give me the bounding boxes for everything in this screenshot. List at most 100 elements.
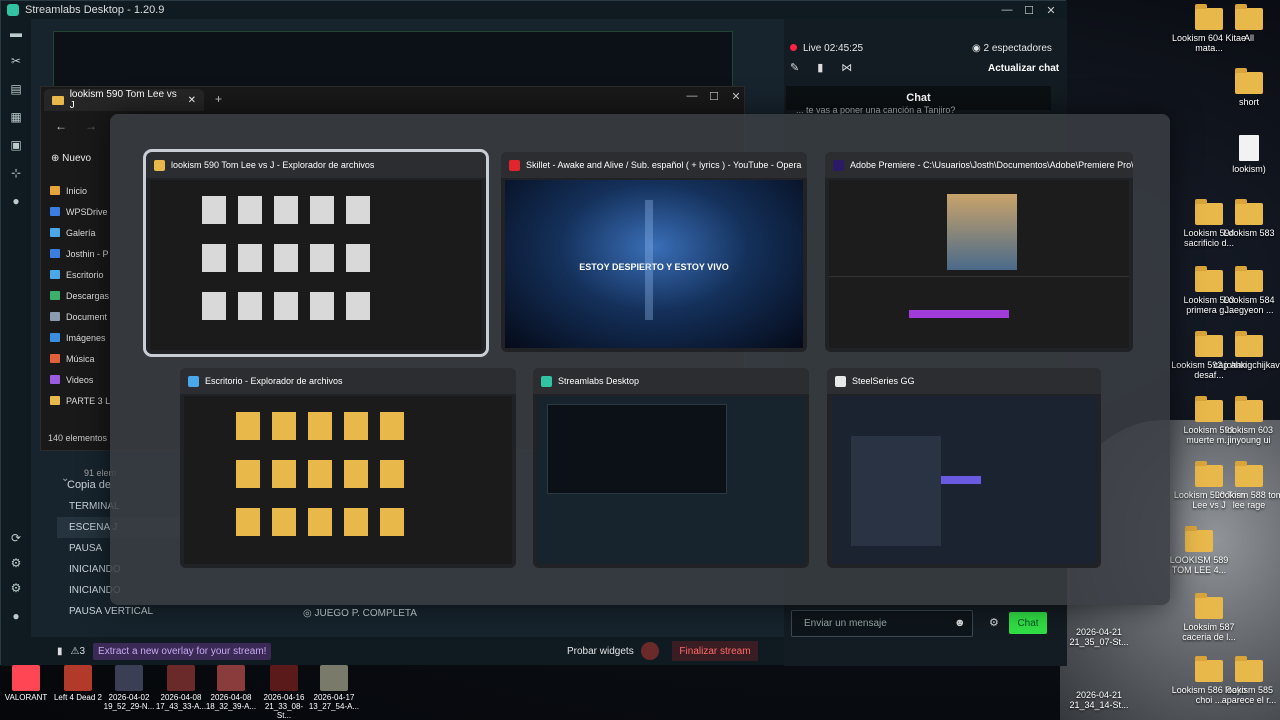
test-widgets-button[interactable]: Probar widgets [567,646,634,657]
store-icon[interactable]: ▤ [1,75,31,103]
settings-gear-icon[interactable]: ⚙ [1,549,31,577]
desktop-icon[interactable]: Lookism 584 Jaegyeon ... [1210,266,1280,315]
explorer-tab[interactable]: lookism 590 Tom Lee vs J ✕ [44,89,204,111]
desktop-icon[interactable]: Lookism 583 [1210,199,1280,238]
nav-item[interactable]: Josthin - P [42,243,112,264]
task-view-window[interactable]: SteelSeries GG [827,368,1101,568]
nav-item[interactable]: PARTE 3 L [42,390,112,411]
close-icon[interactable]: ✕ [725,87,747,105]
task-view-window[interactable]: Streamlabs Desktop [533,368,809,568]
themes-icon[interactable]: ✂ [1,47,31,75]
desktop-icon[interactable]: Lookism 588 tom lee rage [1210,461,1280,510]
desktop-icon-label: lookism) [1232,164,1266,174]
taskbar-item[interactable]: VALORANT [0,665,52,702]
desktop-icon[interactable]: short [1210,68,1280,107]
live-indicator: Live 02:45:25 [790,43,863,54]
file-thumb [202,244,226,272]
taskbar-item-icon [64,665,92,691]
desktop-icon[interactable]: All [1210,4,1280,43]
nav-item[interactable]: Imágenes [42,327,112,348]
taskbar-item-icon [115,665,143,691]
cloudbot-icon[interactable]: ⟳ [1,524,31,552]
file-thumb [202,196,226,224]
chat-send-button[interactable]: Chat [1009,612,1047,634]
emoji-icon[interactable]: ☻ [954,617,966,629]
nav-item[interactable]: Inicio [42,180,112,201]
promo-banner[interactable]: Extract a new overlay for your stream! [93,642,272,660]
task-view-window[interactable]: Adobe Premiere - C:\Usuarios\Josth\Docum… [825,152,1133,352]
folder-icon [1235,68,1263,94]
nav-item-icon [50,375,60,384]
alert-icon[interactable]: ⚠3 [71,646,86,657]
window-title: Escritorio - Explorador de archivos [205,376,343,386]
timeline-2 [829,276,1129,348]
editor-icon[interactable]: ▬ [1,19,31,47]
window-titlebar: Streamlabs Desktop [533,368,809,394]
maximize-icon[interactable]: ☐ [703,87,725,105]
nav-item[interactable]: WPSDrive [42,201,112,222]
stats-bar-icon[interactable]: ▮ [57,646,63,657]
minimize-icon[interactable]: — [996,1,1018,19]
nav-item[interactable]: Escritorio [42,264,112,285]
task-view-window[interactable]: Skillet - Awake and Alive / Sub. español… [501,152,807,352]
file-thumb [238,244,262,272]
nav-item[interactable]: Document [42,306,112,327]
file-thumb [274,196,298,224]
help-icon[interactable]: ⚙ [1,574,31,602]
collapse-icon[interactable]: ⌄ [61,473,69,484]
taskbar-item[interactable]: 2026-04-17 13_27_54-A... [308,665,360,711]
desktop-icon[interactable]: 2026-04-21 21_35_07-St... [1060,627,1138,647]
nav-item[interactable]: Videos [42,369,112,390]
task-view-window[interactable]: Escritorio - Explorador de archivos [180,368,516,568]
end-stream-button[interactable]: Finalizar stream [672,641,758,661]
desktop-icon[interactable]: cap ahkigchijkavc [1210,331,1280,370]
live-label: Live [803,43,822,54]
taskbar-item[interactable]: 2026-04-16 21_33_08-St... [258,665,310,720]
nav-item[interactable]: Música [42,348,112,369]
desktop-icon[interactable]: Looksim 587 caceria de l... [1170,593,1248,642]
folder-icon [1235,331,1263,357]
nav-item-label: Imágenes [66,332,106,343]
layout-icon[interactable]: ▣ [1,131,31,159]
highlighter-icon[interactable]: ● [1,187,31,215]
taskbar-item[interactable]: 2026-04-08 17_43_33-A... [155,665,207,711]
pencil-icon[interactable]: ✎ [790,61,799,74]
tab-close-icon[interactable]: ✕ [188,95,196,106]
file-thumb [310,292,334,320]
rec-icon[interactable] [641,642,659,660]
window-titlebar: Skillet - Awake and Alive / Sub. español… [501,152,807,178]
desktop-icon[interactable]: lookism) [1210,135,1280,174]
preview-frame [947,194,1017,270]
minimize-icon[interactable]: — [681,87,703,105]
maximize-icon[interactable]: ☐ [1018,1,1040,19]
popout-icon[interactable]: ▮ [817,61,823,74]
chat-input[interactable]: Enviar un mensaje [791,610,973,637]
nav-item-icon [50,207,60,216]
desktop-icon-label: Lookism 588 tom lee rage [1214,490,1280,510]
file-thumb [236,412,260,440]
desktop-icon[interactable]: lookism 585 aparece el r... [1210,656,1280,705]
nav-item[interactable]: Descargas [42,285,112,306]
share-icon[interactable]: ⋈ [841,61,852,74]
close-icon[interactable]: ✕ [1040,1,1062,19]
window-thumbnail: ESTOY DESPIERTO Y ESTOY VIVO [505,180,803,348]
profile-icon[interactable]: ● [1,602,31,630]
apps-icon[interactable]: ▦ [1,103,31,131]
taskbar-item[interactable]: 2026-04-08 18_32_39-A... [205,665,257,711]
taskbar-item[interactable]: 2026-04-02 19_52_29-N... [103,665,155,711]
task-view-window[interactable]: lookism 590 Tom Lee vs J - Explorador de… [143,149,489,357]
taskbar-item[interactable]: Left 4 Dead 2 [52,665,104,702]
forward-icon[interactable]: → [85,119,97,133]
chat-settings-icon[interactable]: ⚙ [989,616,999,629]
new-button[interactable]: ⊕ Nuevo [51,153,91,164]
scene-extra[interactable]: ◎ JUEGO P. COMPLETA [303,608,417,619]
back-icon[interactable]: ← [55,119,67,133]
desktop-icon[interactable]: lookism 603 jinyoung ui [1210,396,1280,445]
window-titlebar: SteelSeries GG [827,368,1101,394]
desktop-icon[interactable]: LOOKISM 589 TOM LEE 4... [1160,526,1238,575]
new-tab-icon[interactable]: + [215,92,222,106]
refresh-chat-button[interactable]: Actualizar chat [988,63,1059,74]
folder-icon [1185,526,1213,552]
nav-item[interactable]: Galería [42,222,112,243]
stats-icon[interactable]: ⊹ [1,159,31,187]
